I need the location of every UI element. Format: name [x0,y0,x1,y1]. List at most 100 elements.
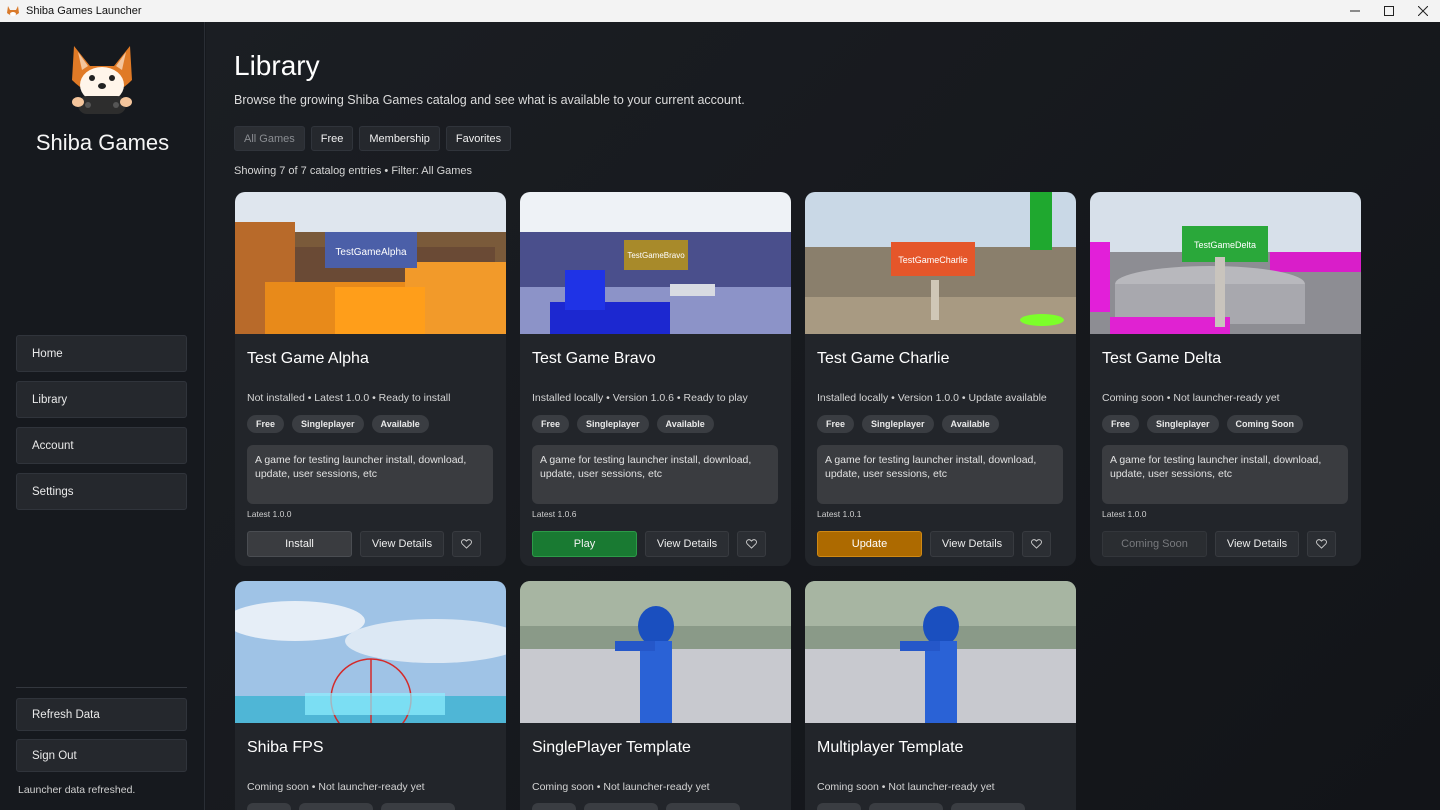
tag-free: Free [247,415,285,433]
maximize-button[interactable] [1372,0,1406,22]
game-thumbnail-delta[interactable]: TestGameDelta [1090,192,1361,334]
game-title: Test Game Charlie [817,350,950,367]
tag-placeholder [584,803,658,810]
tag-list: Free Singleplayer Available [817,415,999,433]
tag-free: Free [532,415,570,433]
tag-availability: Available [371,415,429,433]
latest-version: Latest 1.0.6 [532,509,577,519]
tag-availability: Coming Soon [1226,415,1304,433]
game-title: Test Game Bravo [532,350,656,367]
card-actions: Play View Details [532,531,766,557]
filter-favorites[interactable]: Favorites [445,126,512,151]
view-details-button[interactable]: View Details [645,531,729,557]
close-icon [1418,6,1428,16]
sidebar-divider [16,687,187,688]
heart-icon [461,539,472,549]
view-details-button[interactable]: View Details [360,531,444,557]
play-button[interactable]: Play [532,531,637,557]
favorite-button[interactable] [737,531,766,557]
install-button[interactable]: Install [247,531,352,557]
nav-settings[interactable]: Settings [16,473,187,510]
filter-bar: All Games Free Membership Favorites [234,126,512,151]
nav-account[interactable]: Account [16,427,187,464]
library-page: Library Browse the growing Shiba Games c… [206,22,1440,810]
sign-text-delta: TestGameDelta [1194,240,1256,250]
game-thumbnail-charlie[interactable]: TestGameCharlie [805,192,1076,334]
tag-list [247,803,455,810]
close-button[interactable] [1406,0,1440,22]
sign-out-button[interactable]: Sign Out [16,739,187,772]
maximize-icon [1384,6,1394,16]
game-card-shiba-fps: Shiba FPS Coming soon • Not launcher-rea… [235,581,506,810]
brand-name: Shiba Games [35,130,170,155]
refresh-data-button[interactable]: Refresh Data [16,698,187,731]
nav-home[interactable]: Home [16,335,187,372]
title-bar: Shiba Games Launcher [0,0,1440,22]
window-title: Shiba Games Launcher [26,5,142,17]
game-title: Shiba FPS [247,739,324,756]
game-thumbnail-singleplayer-template[interactable] [520,581,791,723]
latest-version: Latest 1.0.0 [1102,509,1147,519]
tag-free: Free [1102,415,1140,433]
game-thumbnail-bravo[interactable]: TestGameBravo [520,192,791,334]
nav-library[interactable]: Library [16,381,187,418]
game-status: Not installed • Latest 1.0.0 • Ready to … [247,392,451,404]
nav-account-label: Account [32,439,74,452]
shiba-logo [66,40,138,120]
view-details-button[interactable]: View Details [1215,531,1299,557]
game-status: Installed locally • Version 1.0.0 • Upda… [817,392,1047,404]
minimize-button[interactable] [1338,0,1372,22]
favorite-button[interactable] [1022,531,1051,557]
tag-singleplayer: Singleplayer [1147,415,1219,433]
page-title: Library [234,50,320,81]
game-card-charlie: TestGameCharlie Test Game Charlie Instal… [805,192,1076,566]
sign-text-bravo: TestGameBravo [627,251,685,260]
view-details-button[interactable]: View Details [930,531,1014,557]
tag-list [817,803,1025,810]
favorite-button[interactable] [452,531,481,557]
tag-availability: Available [656,415,714,433]
tag-singleplayer: Singleplayer [577,415,649,433]
update-button[interactable]: Update [817,531,922,557]
filter-membership[interactable]: Membership [359,126,440,151]
card-actions: Install View Details [247,531,481,557]
refresh-data-label: Refresh Data [32,708,100,721]
filter-all-games[interactable]: All Games [234,126,305,151]
game-thumbnail-shiba-fps[interactable] [235,581,506,723]
tag-list: Free Singleplayer Coming Soon [1102,415,1304,433]
catalog-count: Showing 7 of 7 catalog entries • Filter:… [234,165,473,177]
tag-placeholder [299,803,373,810]
card-actions: Update View Details [817,531,1051,557]
tag-placeholder [817,803,861,810]
tag-placeholder [532,803,576,810]
filter-free[interactable]: Free [310,126,354,151]
game-thumbnail-multiplayer-template[interactable] [805,581,1076,723]
game-description: A game for testing launcher install, dow… [247,445,493,504]
nav-home-label: Home [32,347,63,360]
latest-version: Latest 1.0.0 [247,509,292,519]
tag-free: Free [817,415,855,433]
heart-icon [1316,539,1327,549]
launcher-status: Launcher data refreshed. [18,784,136,796]
latest-version: Latest 1.0.1 [817,509,862,519]
sidebar: Shiba Games Home Library Account Setting… [0,22,205,810]
game-title: Test Game Delta [1102,350,1222,367]
tag-singleplayer: Singleplayer [292,415,364,433]
minimize-icon [1350,10,1360,12]
game-status: Coming soon • Not launcher-ready yet [532,781,710,793]
sign-out-label: Sign Out [32,749,77,762]
tag-placeholder [381,803,455,810]
heart-icon [746,539,757,549]
game-status: Coming soon • Not launcher-ready yet [817,781,995,793]
game-status: Installed locally • Version 1.0.6 • Read… [532,392,748,404]
tag-placeholder [951,803,1025,810]
game-description: A game for testing launcher install, dow… [532,445,778,504]
game-thumbnail-alpha[interactable]: TestGameAlpha [235,192,506,334]
tag-list: Free Singleplayer Available [247,415,429,433]
game-status: Coming soon • Not launcher-ready yet [247,781,425,793]
game-status: Coming soon • Not launcher-ready yet [1102,392,1280,404]
page-subtitle: Browse the growing Shiba Games catalog a… [234,93,745,107]
tag-availability: Available [941,415,999,433]
game-card-bravo: TestGameBravo Test Game Bravo Installed … [520,192,791,566]
favorite-button[interactable] [1307,531,1336,557]
